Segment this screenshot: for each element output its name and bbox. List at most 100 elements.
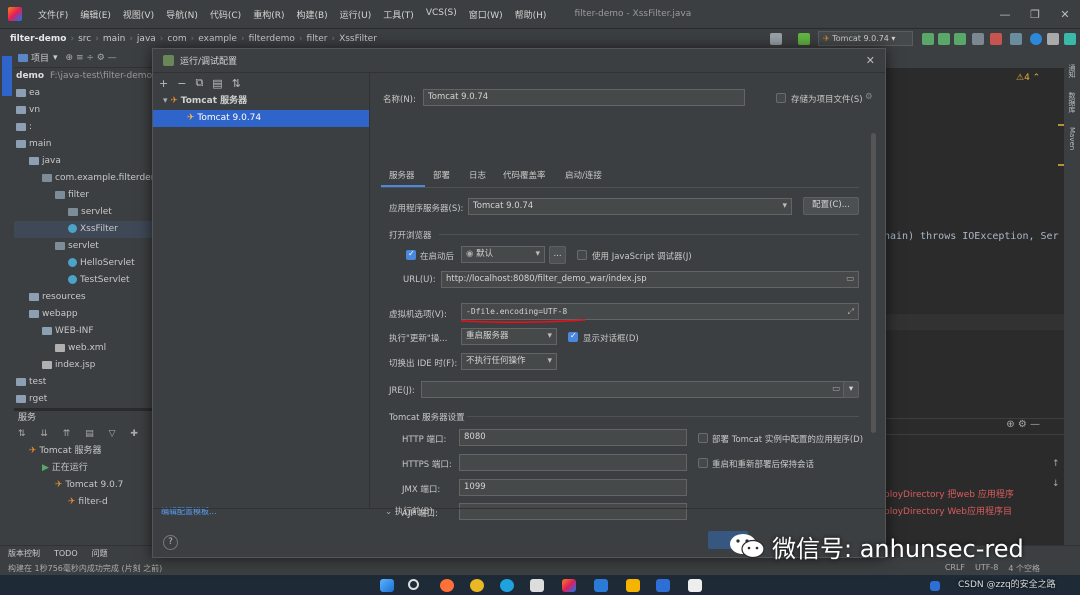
project-tree-row[interactable]: XssFilter	[14, 221, 152, 238]
intellij-taskbar-icon[interactable]	[562, 579, 576, 592]
tool-tab[interactable]: 问题	[92, 548, 108, 559]
right-strip-tab[interactable]: 通知	[1067, 64, 1077, 78]
typora-icon[interactable]	[688, 579, 702, 592]
config-tab-2[interactable]: 日志	[469, 169, 486, 181]
browser-browse-button[interactable]: ...	[549, 246, 566, 264]
configure-button[interactable]: 配置(C)...	[803, 197, 859, 215]
project-tree-row[interactable]: webapp	[14, 306, 152, 323]
breadcrumb-item[interactable]: XssFilter	[335, 34, 381, 44]
jre-folder-icon[interactable]: ▭	[832, 384, 840, 395]
status-item[interactable]: 4 个空格	[1008, 563, 1040, 574]
project-tree-row[interactable]: test	[14, 374, 152, 391]
config-tab-1[interactable]: 部署	[433, 169, 450, 181]
debug-icon[interactable]	[938, 33, 950, 45]
project-tree-row[interactable]: servlet	[14, 204, 152, 221]
url-folder-icon[interactable]: ▭	[846, 274, 854, 285]
move-into-folder-icon[interactable]: ▤	[212, 77, 222, 90]
project-tree-row[interactable]: WEB-INF	[14, 323, 152, 340]
copy-config-icon[interactable]: ⧉	[195, 76, 203, 90]
project-header-label[interactable]: 项目	[31, 51, 49, 64]
form-scrollbar[interactable]	[871, 133, 876, 433]
run-config-combo[interactable]: ✈ Tomcat 9.0.74 ▾	[818, 31, 913, 46]
help-button[interactable]: ?	[163, 535, 178, 550]
config-item-tomcat[interactable]: ✈ Tomcat 9.0.74	[153, 110, 369, 127]
gear-icon[interactable]: ⚙	[865, 92, 873, 102]
firefox-icon[interactable]	[440, 579, 454, 592]
on-update-combo[interactable]: 重启服务器	[461, 328, 557, 345]
project-root-row[interactable]: demo F:\java-test\filter-demo	[14, 68, 152, 85]
before-launch-section[interactable]: ⌄ 执行前(B)	[385, 505, 433, 517]
restore-icon[interactable]: ❐	[1020, 8, 1050, 21]
menu-item-9[interactable]: VCS(S)	[420, 8, 463, 21]
app2-icon[interactable]	[594, 579, 608, 592]
deploy-configured-checkbox[interactable]	[698, 433, 708, 443]
edge-icon[interactable]	[500, 579, 514, 592]
search-icon[interactable]	[1047, 33, 1059, 45]
settings-icon[interactable]	[1064, 33, 1076, 45]
project-tree-row[interactable]: com.example.filterdemo	[14, 170, 152, 187]
menu-item-8[interactable]: 工具(T)	[377, 8, 420, 21]
show-dialog-checkbox[interactable]	[568, 331, 578, 342]
jmx-port-field[interactable]: 1099	[459, 479, 687, 496]
project-tree-row[interactable]: resources	[14, 289, 152, 306]
project-tree-row[interactable]: web.xml	[14, 340, 152, 357]
services-tree-row[interactable]: ▶ 正在运行	[14, 460, 152, 477]
status-item[interactable]: UTF-8	[975, 563, 998, 574]
store-as-file-checkbox[interactable]	[776, 93, 786, 103]
add-config-icon[interactable]: +	[159, 77, 168, 90]
menu-item-10[interactable]: 窗口(W)	[463, 8, 509, 21]
tool-tab[interactable]: 版本控制	[8, 548, 40, 559]
menu-item-4[interactable]: 代码(C)	[204, 8, 247, 21]
project-tree-row[interactable]: TestServlet	[14, 272, 152, 289]
breadcrumb-item[interactable]: java	[133, 34, 160, 44]
warnings-indicator[interactable]: ⚠4 ⌃	[1016, 73, 1040, 83]
sort-config-icon[interactable]: ⇅	[232, 77, 241, 90]
close-window-icon[interactable]: ✕	[1050, 8, 1080, 21]
config-tab-3[interactable]: 代码覆盖率	[503, 169, 546, 181]
project-tree-row[interactable]: vn	[14, 102, 152, 119]
minimize-icon[interactable]: —	[990, 8, 1020, 21]
tray-icon[interactable]	[930, 581, 940, 591]
scroll-down-icon[interactable]: ↓	[1052, 479, 1060, 489]
update-icon[interactable]	[1030, 33, 1042, 45]
project-tool-tab[interactable]	[2, 56, 12, 96]
menu-item-1[interactable]: 编辑(E)	[74, 8, 117, 21]
breadcrumb-item[interactable]: src	[74, 34, 95, 44]
taskbar-search-icon[interactable]	[408, 579, 419, 590]
menu-item-6[interactable]: 构建(B)	[290, 8, 333, 21]
browser-combo[interactable]: ◉ 默认	[461, 246, 545, 263]
jre-field[interactable]: ▭	[421, 381, 845, 398]
jre-dropdown-button[interactable]: ▾	[843, 381, 859, 398]
expand-icon[interactable]: ⤢	[848, 306, 854, 317]
after-launch-checkbox[interactable]	[406, 249, 416, 260]
preserve-sessions-checkbox[interactable]	[698, 458, 708, 468]
project-tree-row[interactable]: java	[14, 153, 152, 170]
menu-item-11[interactable]: 帮助(H)	[509, 8, 553, 21]
breadcrumb-item[interactable]: filter	[303, 34, 332, 44]
build-hammer-icon[interactable]	[798, 33, 810, 45]
app-server-combo[interactable]: Tomcat 9.0.74	[468, 198, 792, 215]
project-tree-row[interactable]: index.jsp	[14, 357, 152, 374]
menu-item-5[interactable]: 重构(R)	[247, 8, 290, 21]
dialog-close-icon[interactable]: ✕	[866, 54, 875, 67]
menu-item-2[interactable]: 视图(V)	[117, 8, 160, 21]
services-tree-row[interactable]: ✈ Tomcat 9.0.7	[14, 477, 152, 494]
config-tab-0[interactable]: 服务器	[389, 169, 415, 181]
on-frame-deactivation-combo[interactable]: 不执行任何操作	[461, 353, 557, 370]
app-icon[interactable]	[530, 579, 544, 592]
tool-tab[interactable]: TODO	[54, 549, 78, 558]
remove-config-icon[interactable]: −	[177, 77, 186, 90]
rerun-icon[interactable]	[922, 33, 934, 45]
windows-start-icon[interactable]	[380, 579, 394, 592]
right-strip-tab[interactable]: 数据库	[1067, 92, 1077, 113]
js-debugger-checkbox[interactable]	[577, 250, 587, 260]
project-tree-row[interactable]: :	[14, 119, 152, 136]
breadcrumb-item[interactable]: filterdemo	[245, 34, 299, 44]
breadcrumb-item[interactable]: main	[99, 34, 130, 44]
right-strip-tab[interactable]: Maven	[1068, 127, 1076, 150]
menu-item-7[interactable]: 运行(U)	[334, 8, 378, 21]
chrome-icon[interactable]	[470, 579, 484, 592]
coverage-icon[interactable]	[954, 33, 966, 45]
name-field[interactable]: Tomcat 9.0.74	[423, 89, 745, 106]
vcs-icon[interactable]	[1010, 33, 1022, 45]
